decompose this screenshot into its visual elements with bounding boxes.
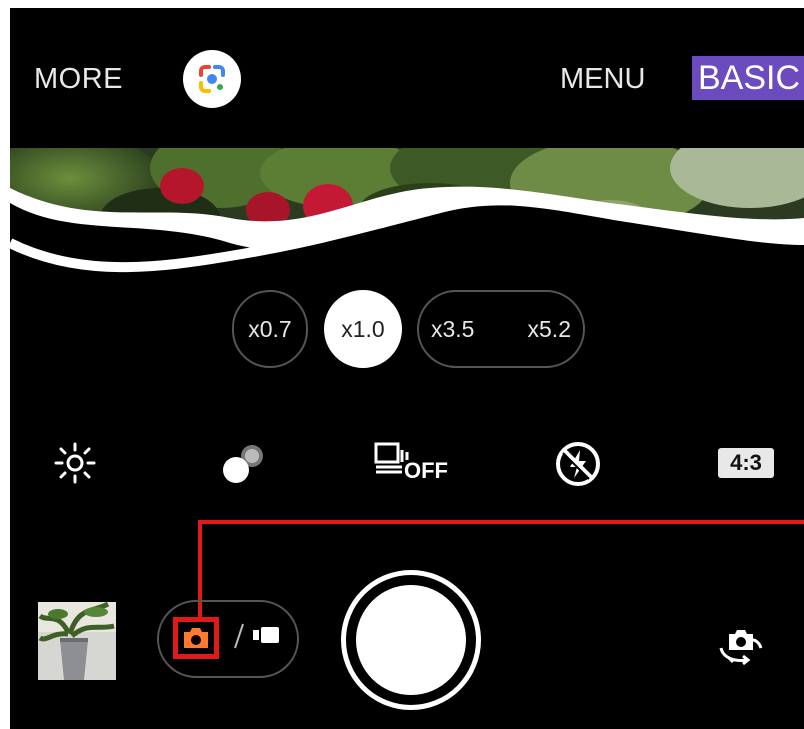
- zoom-button-x1.0[interactable]: x1.0: [324, 290, 402, 368]
- switch-camera-button[interactable]: [713, 616, 769, 672]
- flash-button[interactable]: [552, 438, 604, 490]
- aspect-ratio-label: 4:3: [730, 450, 762, 475]
- photo-mode-button[interactable]: [173, 617, 219, 659]
- zoom-tele-group: x3.5 x5.2: [417, 290, 585, 368]
- shutter-button-inner: [356, 585, 466, 695]
- zoom-button-x3.5[interactable]: x3.5: [431, 316, 474, 343]
- menu-button[interactable]: MENU: [560, 63, 645, 96]
- shutter-button[interactable]: [341, 570, 481, 710]
- google-lens-button[interactable]: [183, 50, 241, 108]
- camera-icon: [184, 628, 208, 648]
- burst-shooting-button[interactable]: OFF: [372, 438, 450, 488]
- top-bar: MORE MENU BASIC: [10, 8, 804, 148]
- camera-app-screen: MORE MENU BASIC x0.7 x1.0 x3.5 x5.2 OFF …: [10, 8, 804, 729]
- zoom-button-x0.7[interactable]: x0.7: [232, 290, 308, 368]
- bokeh-button[interactable]: [214, 438, 270, 488]
- basic-mode-badge[interactable]: BASIC: [692, 56, 804, 100]
- photo-video-mode-switch[interactable]: [157, 600, 299, 678]
- more-button[interactable]: MORE: [34, 63, 123, 96]
- brightness-button[interactable]: [50, 438, 100, 488]
- viewfinder-preview[interactable]: [10, 128, 804, 288]
- burst-off-label: OFF: [404, 458, 448, 483]
- video-icon: [253, 626, 283, 646]
- bokeh-icon: [223, 445, 263, 483]
- switch-camera-icon: [719, 630, 763, 666]
- google-lens-icon: [199, 65, 225, 93]
- aspect-ratio-button[interactable]: 4:3: [718, 448, 774, 478]
- flash-off-icon: [556, 442, 600, 486]
- zoom-button-x5.2[interactable]: x5.2: [528, 316, 571, 343]
- brightness-icon: [54, 442, 96, 484]
- gallery-thumbnail[interactable]: [38, 602, 116, 680]
